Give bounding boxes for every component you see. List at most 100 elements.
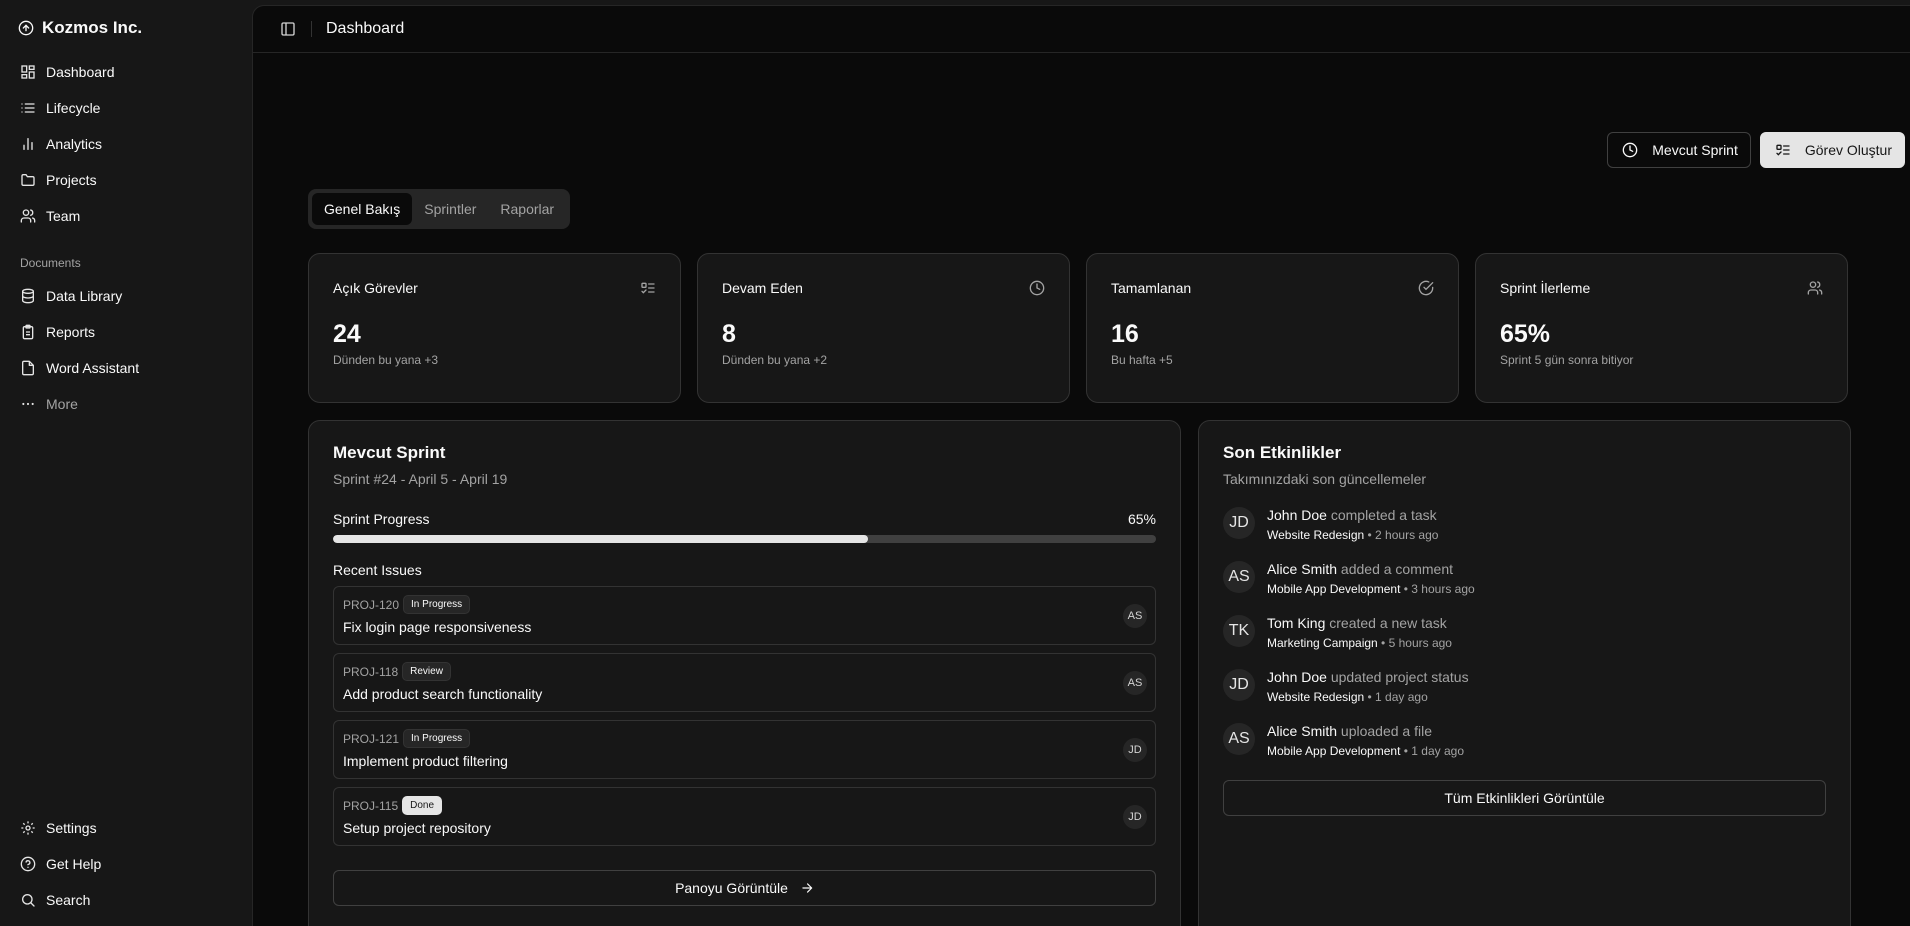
header-actions: Mevcut Sprint Görev Oluştur — [1607, 132, 1905, 168]
sidebar-item-label: Team — [46, 208, 81, 224]
arrow-right-icon — [800, 881, 814, 895]
status-badge: In Progress — [403, 595, 471, 614]
current-sprint-panel: Mevcut Sprint Sprint #24 - April 5 - Apr… — [308, 420, 1181, 926]
activity-action: uploaded a file — [1340, 723, 1432, 739]
sidebar-item-dashboard[interactable]: Dashboard — [10, 56, 242, 88]
sidebar-item-get-help[interactable]: Get Help — [10, 848, 242, 880]
file-icon — [20, 360, 36, 376]
sidebar-item-data-library[interactable]: Data Library — [10, 280, 242, 312]
brand-name: Kozmos Inc. — [42, 18, 143, 37]
activity-action: completed a task — [1330, 507, 1437, 523]
issue-row[interactable]: PROJ-115 Done Setup project repository JD — [333, 787, 1156, 846]
stats-row: Açık Görevler 24 Dünden bu yana +3 Devam… — [308, 253, 1848, 403]
stat-value: 8 — [722, 320, 736, 348]
list-todo-icon — [640, 280, 656, 296]
clock-icon — [1029, 280, 1045, 296]
clipboard-icon — [20, 324, 36, 340]
sidebar-item-label: Settings — [46, 820, 97, 836]
issue-title: Setup project repository — [343, 820, 491, 836]
gear-icon — [20, 820, 36, 836]
documents-section-label: Documents — [20, 256, 81, 270]
issue-row[interactable]: PROJ-121 In Progress Implement product fi… — [333, 720, 1156, 779]
stat-sub: Sprint 5 gün sonra bitiyor — [1500, 353, 1634, 367]
issue-id: PROJ-115 — [343, 798, 399, 813]
activity-list: JD John Doe completed a task Website Red… — [1223, 507, 1826, 760]
help-icon — [20, 856, 36, 872]
sidebar-item-reports[interactable]: Reports — [10, 316, 242, 348]
sidebar-item-label: Data Library — [46, 288, 123, 304]
stat-label: Devam Eden — [722, 280, 803, 296]
sidebar-item-word-assistant[interactable]: Word Assistant — [10, 352, 242, 384]
view-all-activities-button[interactable]: Tüm Etkinlikleri Görüntüle — [1223, 780, 1826, 816]
issue-row[interactable]: PROJ-118 Review Add product search functi… — [333, 653, 1156, 712]
activity-user: Tom King — [1267, 615, 1326, 631]
list-todo-icon — [1775, 142, 1791, 158]
sidebar-item-label: Lifecycle — [46, 100, 101, 116]
stat-card-open-tasks: Açık Görevler 24 Dünden bu yana +3 — [308, 253, 681, 403]
activity-time: 1 day ago — [1411, 744, 1465, 758]
sidebar-item-search[interactable]: Search — [10, 884, 242, 916]
avatar: AS — [1123, 604, 1147, 628]
activity-action: created a new task — [1329, 615, 1447, 631]
topbar-divider — [311, 21, 312, 37]
sidebar-item-analytics[interactable]: Analytics — [10, 128, 242, 160]
sidebar-item-label: More — [46, 396, 78, 412]
topbar: Dashboard — [253, 6, 1910, 53]
issue-title: Implement product filtering — [343, 753, 508, 769]
sidebar-item-label: Projects — [46, 172, 97, 188]
sidebar-toggle-icon[interactable] — [277, 18, 299, 40]
sidebar-item-lifecycle[interactable]: Lifecycle — [10, 92, 242, 124]
sidebar-item-projects[interactable]: Projects — [10, 164, 242, 196]
stat-sub: Dünden bu yana +2 — [722, 353, 828, 367]
ellipsis-icon — [20, 396, 36, 412]
tab-reports[interactable]: Raporlar — [488, 193, 566, 225]
users-icon — [1807, 280, 1823, 296]
view-tabs: Genel Bakış Sprintler Raporlar — [308, 189, 571, 229]
activity-item: JD John Doe updated project status Websi… — [1223, 669, 1826, 706]
stat-sub: Bu hafta +5 — [1111, 353, 1173, 367]
brand[interactable]: Kozmos Inc. — [10, 14, 242, 42]
issue-id: PROJ-120 — [343, 597, 400, 612]
activity-action: updated project status — [1330, 669, 1469, 685]
current-sprint-button[interactable]: Mevcut Sprint — [1607, 132, 1751, 168]
create-task-button[interactable]: Görev Oluştur — [1759, 132, 1905, 168]
sidebar-item-team[interactable]: Team — [10, 200, 242, 232]
issue-row[interactable]: PROJ-120 In Progress Fix login page respo… — [333, 586, 1156, 645]
view-board-label: Panoyu Görüntüle — [675, 880, 788, 896]
database-icon — [20, 288, 36, 304]
stat-value: 65% — [1500, 320, 1551, 348]
create-task-label: Görev Oluştur — [1804, 142, 1892, 158]
activity-user: Alice Smith — [1267, 561, 1338, 577]
tab-overview[interactable]: Genel Bakış — [312, 193, 413, 225]
folder-icon — [20, 172, 36, 188]
recent-activity-panel: Son Etkinlikler Takımınızdaki son güncel… — [1198, 420, 1851, 926]
issue-title: Add product search functionality — [343, 686, 543, 702]
main-nav: Dashboard Lifecycle Analytics Projects T… — [10, 56, 242, 232]
activity-time: 3 hours ago — [1411, 582, 1475, 596]
users-icon — [20, 208, 36, 224]
activity-project: Marketing Campaign — [1267, 636, 1378, 650]
activity-project: Website Redesign — [1267, 528, 1365, 542]
stat-card-sprint-progress: Sprint İlerleme 65% Sprint 5 gün sonra b… — [1475, 253, 1848, 403]
activity-item: JD John Doe completed a task Website Red… — [1223, 507, 1826, 544]
stat-sub: Dünden bu yana +3 — [333, 353, 439, 367]
view-board-button[interactable]: Panoyu Görüntüle — [333, 870, 1156, 906]
activity-time: 2 hours ago — [1375, 528, 1439, 542]
sprint-title: Mevcut Sprint — [333, 443, 446, 462]
activity-item: TK Tom King created a new task Marketing… — [1223, 615, 1826, 652]
issue-id: PROJ-121 — [343, 731, 400, 746]
current-sprint-label: Mevcut Sprint — [1652, 142, 1738, 158]
stat-label: Açık Görevler — [333, 280, 418, 296]
tab-sprints[interactable]: Sprintler — [412, 193, 488, 225]
sprint-progress-fill — [333, 535, 868, 543]
sidebar-item-more[interactable]: More — [10, 388, 242, 420]
bottom-nav: Settings Get Help Search — [10, 812, 242, 916]
sidebar-item-settings[interactable]: Settings — [10, 812, 242, 844]
activity-subtitle: Takımınızdaki son güncellemeler — [1223, 471, 1427, 487]
bar-chart-icon — [20, 136, 36, 152]
main-panel: Dashboard Mevcut Sprint Görev Oluştur Ge… — [252, 5, 1910, 926]
activity-time: 1 day ago — [1375, 690, 1428, 704]
dashboard-icon — [20, 64, 36, 80]
activity-user: John Doe — [1267, 669, 1327, 685]
activity-item: AS Alice Smith uploaded a file Mobile Ap… — [1223, 723, 1826, 760]
